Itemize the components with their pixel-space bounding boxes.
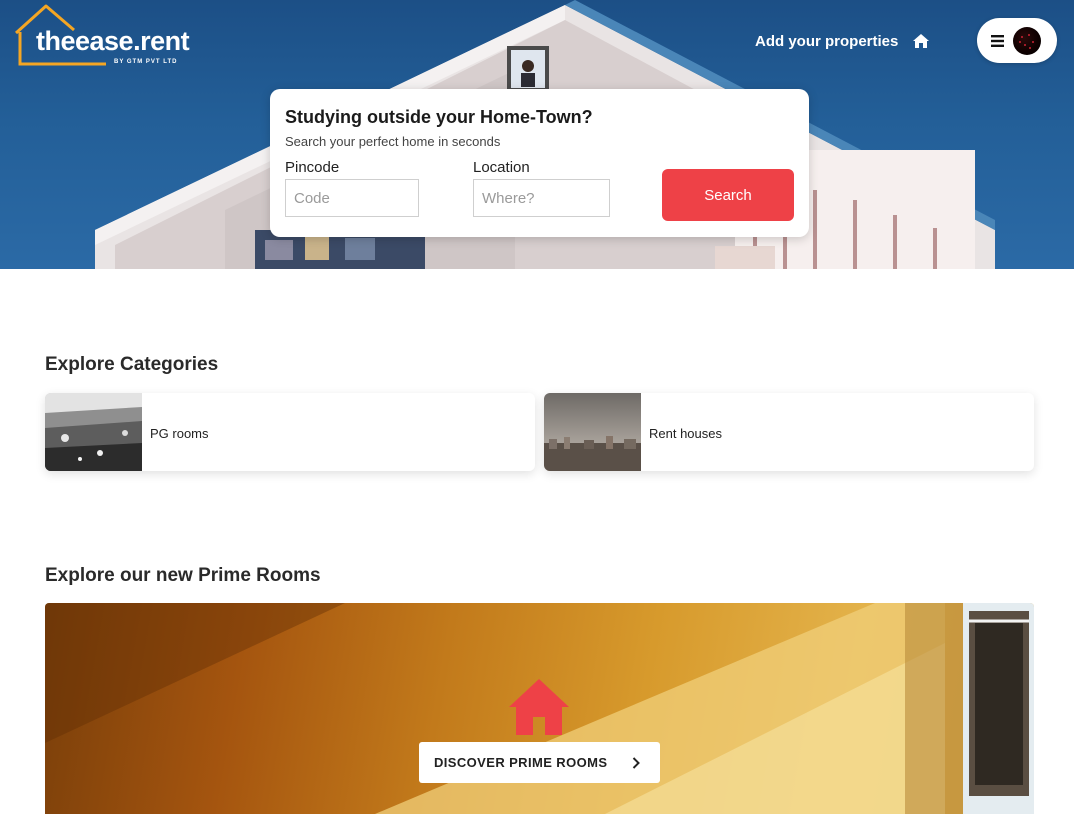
brand-tagline: BY GTM PVT LTD	[114, 59, 178, 65]
search-title: Studying outside your Home-Town?	[285, 107, 593, 127]
location-input[interactable]	[473, 179, 610, 217]
home-icon	[913, 34, 930, 48]
user-menu-button[interactable]	[977, 18, 1057, 63]
search-button[interactable]: Search	[662, 169, 794, 221]
hero-banner: theease.rent BY GTM PVT LTD Add your pro…	[0, 0, 1074, 269]
discover-prime-rooms-label: DISCOVER PRIME ROOMS	[434, 755, 608, 770]
hamburger-menu-icon	[991, 34, 1004, 47]
chevron-right-icon	[632, 756, 640, 769]
prime-rooms-title: Explore our new Prime Rooms	[45, 565, 321, 586]
pincode-input[interactable]	[285, 179, 419, 217]
prime-rooms-banner: DISCOVER PRIME ROOMS	[45, 603, 1034, 814]
add-properties-link[interactable]: Add your properties	[755, 31, 930, 51]
categories-title: Explore Categories	[45, 354, 219, 375]
rent-houses-thumbnail	[544, 393, 641, 471]
search-card: Studying outside your Home-Town? Search …	[270, 89, 809, 237]
category-card-pg-rooms[interactable]: PG rooms	[45, 393, 535, 471]
pg-rooms-thumbnail	[45, 393, 142, 471]
category-card-rent-houses[interactable]: Rent houses	[544, 393, 1034, 471]
home-icon	[509, 679, 569, 735]
brand-logo[interactable]: theease.rent BY GTM PVT LTD	[14, 2, 214, 68]
pincode-label: Pincode	[285, 159, 340, 176]
category-label-rent-houses: Rent houses	[649, 426, 722, 441]
avatar	[1013, 26, 1041, 55]
search-subtitle: Search your perfect home in seconds	[285, 134, 501, 149]
add-properties-label: Add your properties	[755, 32, 899, 50]
location-label: Location	[473, 159, 530, 176]
brand-name: theease.rent	[36, 26, 190, 56]
discover-prime-rooms-button[interactable]: DISCOVER PRIME ROOMS	[419, 742, 660, 783]
category-label-pg-rooms: PG rooms	[150, 426, 209, 441]
